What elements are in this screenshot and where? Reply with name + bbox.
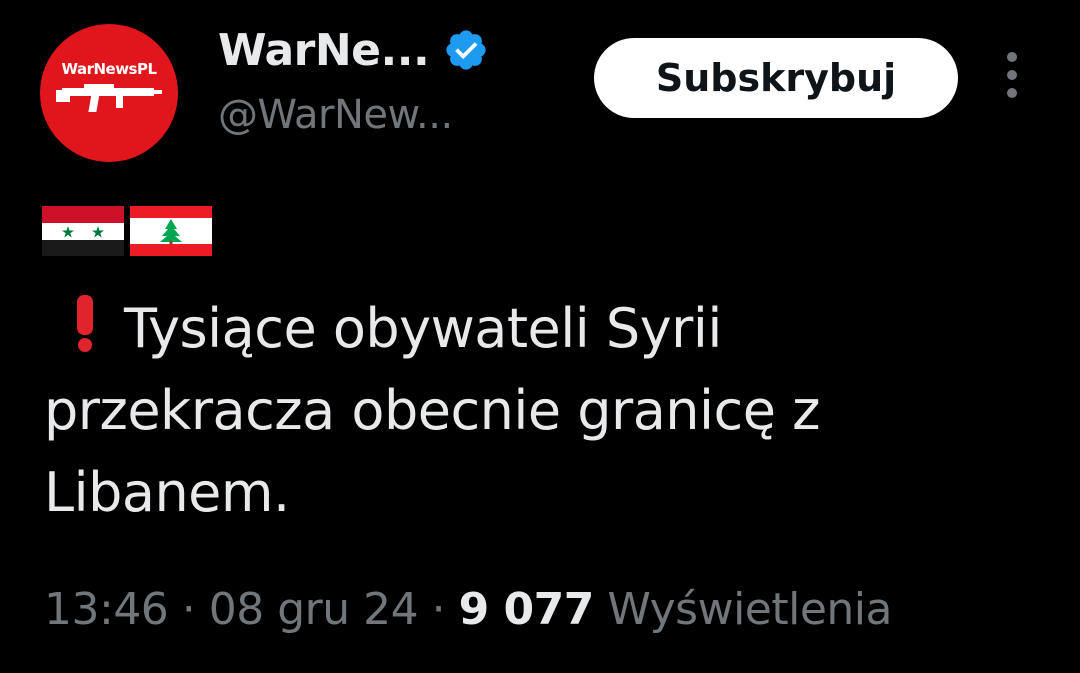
verified-badge-icon[interactable]: [443, 27, 489, 73]
red-exclamation-icon: [77, 295, 93, 352]
avatar-logo-text: WarNewsPL: [61, 60, 157, 78]
rifle-icon: [56, 84, 162, 112]
lebanon-flag-icon: [130, 206, 212, 256]
tweet-line-1: Tysiące obywateli Syrii: [124, 297, 722, 360]
flags-row: [42, 202, 212, 266]
subscribe-button[interactable]: Subskrybuj: [594, 38, 958, 118]
handle[interactable]: @WarNew...: [218, 92, 453, 138]
more-vertical-icon[interactable]: [1000, 52, 1024, 106]
views-label[interactable]: Wyświetlenia: [607, 584, 892, 635]
tweet-time[interactable]: 13:46: [44, 584, 169, 635]
tweet-text: Tysiące obywateli Syrii przekracza obecni…: [44, 288, 1044, 534]
views-count[interactable]: 9 077: [459, 584, 595, 635]
tweet-line-3: Libanem.: [44, 461, 290, 524]
tweet-date[interactable]: 08 gru 24: [209, 584, 419, 635]
tweet-meta: 13:46 · 08 gru 24 · 9 077 Wyświetlenia: [44, 584, 892, 635]
avatar[interactable]: WarNewsPL: [40, 24, 178, 162]
tweet-line-2: przekracza obecnie granicę z: [44, 379, 820, 442]
display-name[interactable]: WarNe...: [218, 25, 430, 76]
syria-flag-icon: [42, 206, 124, 256]
meta-separator: ·: [418, 584, 459, 635]
meta-separator: ·: [168, 584, 209, 635]
